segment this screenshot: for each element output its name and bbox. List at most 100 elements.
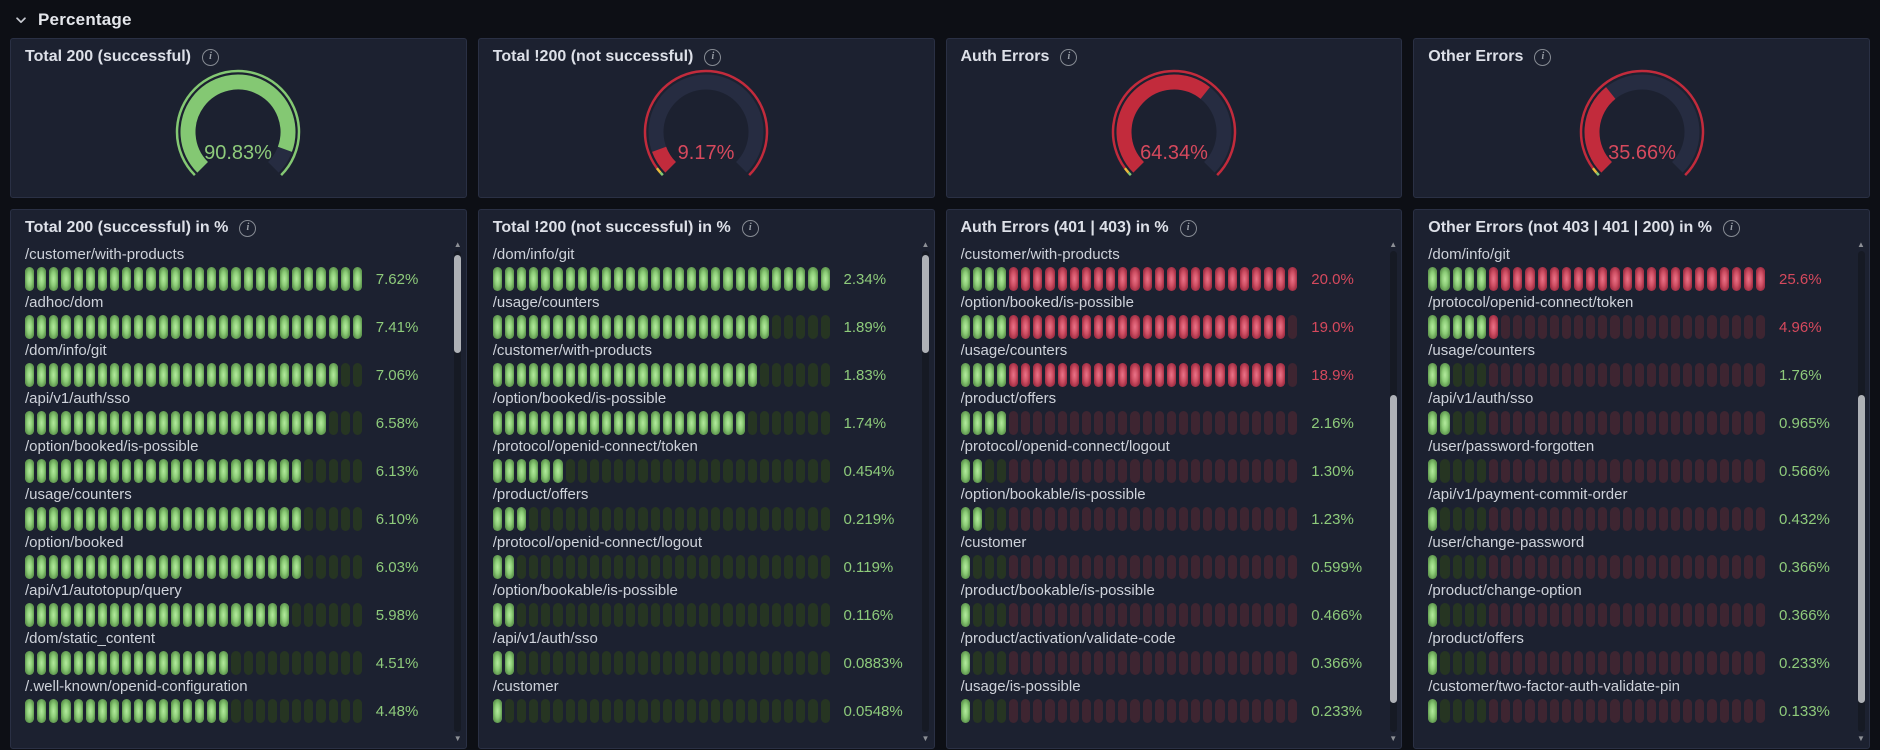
panel-title[interactable]: Total !200 (not successful) in %: [493, 219, 731, 237]
lcd-cell: [279, 699, 290, 723]
lcd-cell: [517, 651, 527, 675]
scrollbar-track[interactable]: [454, 251, 462, 732]
lcd-cell: [1731, 267, 1741, 291]
bar-value: 0.219%: [843, 510, 895, 528]
lcd-cell: [1658, 459, 1669, 483]
scroll-down-icon[interactable]: ▼: [922, 734, 930, 743]
scroll-down-icon[interactable]: ▼: [1857, 734, 1865, 743]
panel-title[interactable]: Total 200 (successful): [25, 48, 191, 66]
route-row: /usage/counters 1.76%: [1428, 342, 1853, 387]
scroll-up-icon[interactable]: ▲: [922, 240, 930, 249]
route-row: /.well-known/openid-configuration 4.48%: [25, 678, 450, 723]
lcd-cell: [1106, 459, 1116, 483]
lcd-cell: [492, 459, 502, 483]
scroll-up-icon[interactable]: ▲: [454, 240, 462, 249]
lcd-cell: [1440, 363, 1450, 387]
lcd-cell: [602, 411, 612, 435]
scrollbar-thumb[interactable]: [922, 255, 929, 353]
info-icon[interactable]: i: [1722, 219, 1740, 237]
lcd-cell: [614, 555, 624, 579]
lcd-cell: [292, 363, 302, 387]
bar-value: 2.16%: [1311, 414, 1354, 432]
route-row: /user/password-forgotten 0.566%: [1428, 438, 1853, 483]
scroll-up-icon[interactable]: ▲: [1857, 240, 1865, 249]
lcd-cell: [1215, 363, 1225, 387]
lcd-cell: [170, 459, 180, 483]
scrollbar-thumb[interactable]: [1857, 395, 1865, 704]
lcd-cell: [1251, 651, 1262, 675]
scrollbar-track[interactable]: [1389, 251, 1397, 732]
lcd-cell: [231, 603, 241, 627]
info-icon[interactable]: i: [741, 219, 759, 237]
lcd-cell: [553, 315, 563, 339]
lcd-cell: [340, 459, 350, 483]
lcd-cell: [207, 651, 217, 675]
lcd-cell: [517, 459, 527, 483]
lcd-cell: [747, 411, 757, 435]
scrollbar[interactable]: ▲ ▼: [920, 240, 932, 743]
bar-value: 4.51%: [375, 654, 419, 672]
lcd-cell: [1671, 411, 1681, 435]
lcd-cell: [37, 411, 47, 435]
section-title[interactable]: Percentage: [38, 10, 132, 30]
scroll-up-icon[interactable]: ▲: [1389, 240, 1397, 249]
lcd-cell: [1251, 603, 1262, 627]
scrollbar[interactable]: ▲ ▼: [452, 240, 464, 743]
bar-and-value: 4.51%: [25, 651, 450, 675]
lcd-cell: [1081, 267, 1092, 291]
panel-title[interactable]: Auth Errors: [961, 48, 1050, 66]
scroll-down-icon[interactable]: ▼: [454, 734, 462, 743]
lcd-cell: [194, 267, 205, 291]
panel-title[interactable]: Auth Errors (401 | 403) in %: [961, 219, 1169, 237]
lcd-cell: [1009, 459, 1019, 483]
lcd-cell: [577, 267, 587, 291]
info-icon[interactable]: i: [201, 48, 219, 66]
scrollbar[interactable]: ▲ ▼: [1855, 240, 1867, 743]
lcd-bar: [492, 411, 830, 435]
bar-value: 0.366%: [1779, 606, 1830, 624]
lcd-cell: [1658, 363, 1669, 387]
lcd-cell: [784, 363, 794, 387]
info-icon[interactable]: i: [239, 219, 257, 237]
lcd-cell: [638, 603, 648, 627]
lcd-cell: [565, 603, 575, 627]
lcd-cell: [504, 411, 515, 435]
route-label: /protocol/openid-connect/token: [492, 438, 698, 455]
lcd-cell: [1646, 315, 1656, 339]
lcd-cell: [255, 651, 265, 675]
lcd-cell: [61, 699, 71, 723]
route-row: /product/bookable/is-possible 0.466%: [960, 582, 1386, 627]
scroll-down-icon[interactable]: ▼: [1389, 734, 1397, 743]
lcd-cell: [194, 651, 205, 675]
panel-header: Auth Errors i: [947, 39, 1402, 66]
scrollbar-track[interactable]: [922, 251, 929, 732]
lcd-cell: [182, 651, 192, 675]
lcd-cell: [316, 603, 326, 627]
panel-title[interactable]: Other Errors: [1428, 48, 1523, 66]
lcd-cell: [1069, 555, 1079, 579]
chevron-down-icon[interactable]: [14, 13, 28, 27]
lcd-cell: [492, 507, 502, 531]
scrollbar-thumb[interactable]: [454, 255, 462, 353]
scrollbar-track[interactable]: [1857, 251, 1865, 732]
scrollbar[interactable]: ▲ ▼: [1387, 240, 1399, 743]
panel-title[interactable]: Total !200 (not successful): [493, 48, 694, 66]
panel-title[interactable]: Other Errors (not 403 | 401 | 200) in %: [1428, 219, 1712, 237]
lcd-cell: [267, 459, 277, 483]
lcd-cell: [1525, 459, 1535, 483]
info-icon[interactable]: i: [1179, 219, 1197, 237]
lcd-cell: [1179, 363, 1189, 387]
info-icon[interactable]: i: [1534, 48, 1552, 66]
lcd-cell: [565, 555, 575, 579]
info-icon[interactable]: i: [704, 48, 722, 66]
lcd-cell: [517, 411, 527, 435]
lcd-cell: [1488, 267, 1499, 291]
lcd-cell: [1440, 315, 1450, 339]
info-icon[interactable]: i: [1060, 48, 1078, 66]
lcd-cell: [1142, 315, 1152, 339]
scrollbar-thumb[interactable]: [1389, 395, 1397, 704]
lcd-cell: [1264, 555, 1274, 579]
panel-title[interactable]: Total 200 (successful) in %: [25, 219, 228, 237]
lcd-cell: [1215, 459, 1225, 483]
lcd-cell: [170, 411, 180, 435]
